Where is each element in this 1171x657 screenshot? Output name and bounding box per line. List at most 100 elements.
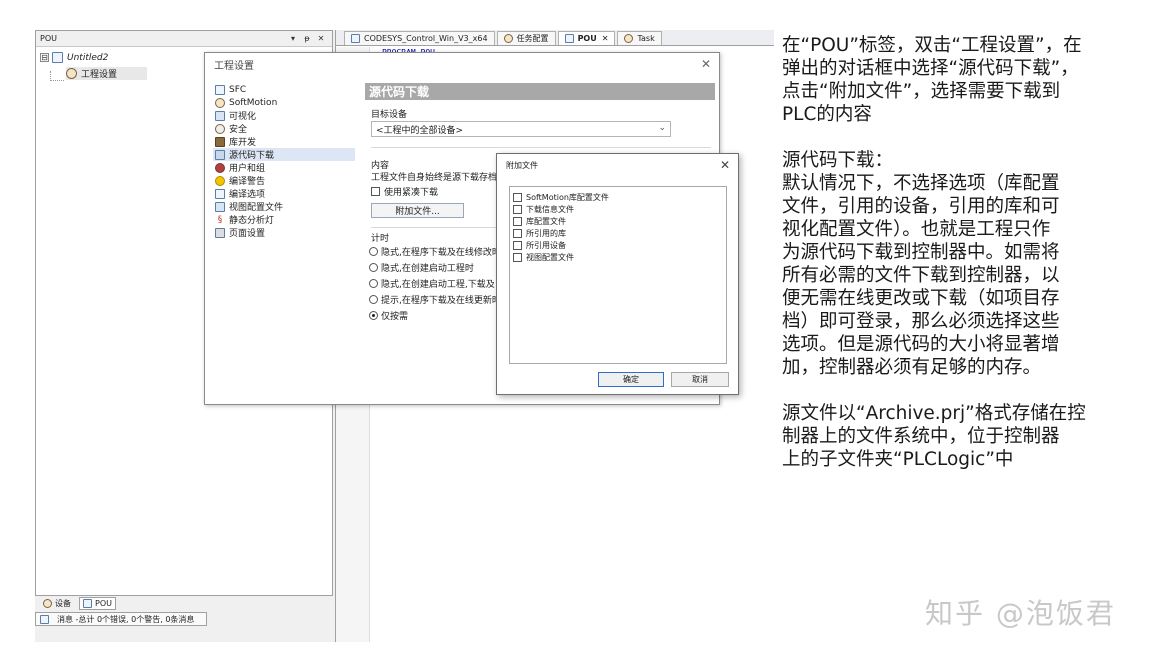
checkbox-box[interactable]	[513, 192, 522, 202]
nav-item-compile-options[interactable]: 编译选项	[213, 187, 355, 200]
nav-label: 编译选项	[229, 190, 266, 200]
notes-paragraph-2: 源代码下载： 默认情况下，不选择选项（库配置 文件，引用的设备，引用的库和可 视…	[782, 149, 1138, 379]
close-icon[interactable]: ✕	[720, 158, 730, 172]
settings-nav-list: SFC SoftMotion 可视化 安全 库开发 源代码下载 用户和组 编译警…	[213, 83, 355, 239]
file-item-referenced-devices[interactable]: 所引用设备	[513, 239, 723, 251]
task-config-icon	[503, 34, 513, 43]
file-item-download-info[interactable]: 下载信息文件	[513, 203, 723, 215]
collapse-icon[interactable]: ⊟	[40, 53, 49, 62]
pane-menu-icon[interactable]: ▾	[286, 34, 300, 43]
nav-item-visualization[interactable]: 可视化	[213, 109, 355, 122]
checkbox-box[interactable]	[513, 216, 522, 226]
timing-radio-5[interactable]: 仅按需	[369, 309, 408, 322]
project-icon	[52, 52, 63, 63]
file-item-view-profile[interactable]: 视图配置文件	[513, 251, 723, 263]
file-label: 所引用设备	[526, 240, 566, 250]
close-icon[interactable]: ✕	[314, 34, 328, 43]
file-item-softmotion[interactable]: SoftMotion库配置文件	[513, 191, 723, 203]
notes-line: 加，控制器必须有足够的内存。	[782, 357, 1042, 378]
radio-label: 仅按需	[381, 312, 409, 322]
tab-label: POU	[95, 598, 112, 608]
checkbox-box[interactable]	[513, 228, 522, 238]
target-device-select[interactable]: <工程中的全部设备> ⌄	[371, 121, 671, 137]
ok-button[interactable]: 确定	[598, 372, 664, 387]
compact-download-checkbox[interactable]: 使用紧凑下载	[371, 185, 438, 198]
content-description: 工程文件自身始终是源下载存档	[371, 173, 498, 183]
message-bar[interactable]: 消息 -总计 0个错误, 0个警告, 0条消息	[35, 612, 207, 626]
nav-item-compile-warnings[interactable]: 编译警告	[213, 174, 355, 187]
nav-item-page-setup[interactable]: 页面设置	[213, 226, 355, 239]
softmotion-icon	[215, 97, 225, 108]
tab-task-config[interactable]: 任务配置	[496, 31, 556, 45]
nav-item-users-groups[interactable]: 用户和组	[213, 161, 355, 174]
view-profile-icon	[215, 201, 225, 212]
nav-label: SoftMotion	[229, 97, 278, 108]
notes-line: 弹出的对话框中选择“源代码下载”，	[782, 58, 1079, 79]
nav-item-library-dev[interactable]: 库开发	[213, 135, 355, 148]
tree-root-label: Untitled2	[67, 52, 109, 63]
pou-pane-title: POU	[40, 34, 57, 43]
checkbox-box[interactable]	[371, 187, 380, 196]
checkbox-box[interactable]	[513, 240, 522, 250]
pin-icon[interactable]: ᵽ	[300, 34, 314, 43]
pou-icon	[83, 598, 92, 608]
notes-line: 点击“附加文件”，选择需要下载到	[782, 81, 1061, 102]
radio-button[interactable]	[369, 295, 378, 304]
notes-paragraph-3: 源文件以“Archive.prj”格式存储在控 制器上的文件系统中，位于控制器 …	[782, 402, 1138, 471]
radio-button[interactable]	[369, 263, 378, 272]
tab-device[interactable]: CODESYS_Control_Win_V3_x64	[344, 31, 495, 45]
nav-item-sfc[interactable]: SFC	[213, 83, 355, 96]
radio-button[interactable]	[369, 247, 378, 256]
nav-label: 页面设置	[229, 229, 266, 239]
page-setup-icon	[215, 227, 225, 238]
nav-item-view-profile[interactable]: 视图配置文件	[213, 200, 355, 213]
tab-label: Task	[637, 34, 655, 43]
radio-label: 隐式,在创建启动工程,下载及	[381, 280, 495, 290]
tab-devices[interactable]: 设备	[39, 597, 75, 610]
radio-button[interactable]	[369, 279, 378, 288]
sfc-icon	[215, 84, 225, 95]
checkbox-box[interactable]	[513, 204, 522, 214]
files-list: SoftMotion库配置文件 下载信息文件 库配置文件 所引用的库 所引用设备…	[509, 186, 727, 364]
nav-item-source-download[interactable]: 源代码下载	[213, 148, 355, 161]
tree-root[interactable]: ⊟ Untitled2	[40, 51, 108, 64]
file-label: 所引用的库	[526, 228, 566, 238]
nav-label: 静态分析灯	[229, 216, 275, 226]
cancel-button[interactable]: 取消	[671, 372, 729, 387]
file-label: 视图配置文件	[526, 252, 574, 262]
timing-radio-3[interactable]: 隐式,在创建启动工程,下载及	[369, 277, 495, 290]
security-icon	[215, 123, 225, 134]
annotation-notes: 在“POU”标签，双击“工程设置”，在 弹出的对话框中选择“源代码下载”， 点击…	[782, 34, 1138, 494]
nav-item-static-analysis[interactable]: § 静态分析灯	[213, 213, 355, 227]
close-icon[interactable]: ✕	[602, 34, 609, 43]
nav-label: SFC	[229, 84, 247, 95]
file-item-library-profile[interactable]: 库配置文件	[513, 215, 723, 227]
radio-button-selected[interactable]	[369, 311, 378, 320]
nav-item-security[interactable]: 安全	[213, 122, 355, 135]
notes-paragraph-1: 在“POU”标签，双击“工程设置”，在 弹出的对话框中选择“源代码下载”， 点击…	[782, 34, 1138, 126]
timing-radio-2[interactable]: 隐式,在创建启动工程时	[369, 261, 474, 274]
notes-line: 上的子文件夹“PLCLogic”中	[782, 449, 1014, 470]
nav-label: 库开发	[229, 138, 257, 148]
static-analysis-icon: §	[217, 214, 223, 225]
close-icon[interactable]: ✕	[701, 57, 711, 71]
timing-radio-4[interactable]: 提示,在程序下载及在线更新时	[369, 293, 501, 306]
nav-item-softmotion[interactable]: SoftMotion	[213, 96, 355, 109]
users-icon	[215, 162, 225, 173]
notes-line: 所有必需的文件下载到控制器，以	[782, 265, 1060, 286]
notes-line: 档）即可登录，那么必须选择这些	[782, 311, 1060, 332]
file-item-referenced-libs[interactable]: 所引用的库	[513, 227, 723, 239]
tab-pou[interactable]: POU	[79, 596, 116, 610]
bottom-tab-strip: 设备 POU	[35, 596, 333, 610]
checkbox-box[interactable]	[513, 252, 522, 262]
timing-radio-1[interactable]: 隐式,在程序下载及在线修改时	[369, 245, 501, 258]
nav-label: 用户和组	[229, 164, 266, 174]
tab-pou[interactable]: POU ✕	[557, 31, 616, 45]
timing-label: 计时	[371, 234, 390, 244]
notes-line: 源代码下载：	[782, 150, 894, 171]
tab-task[interactable]: Task	[617, 31, 662, 45]
divider	[371, 147, 711, 148]
notes-line: 文件，引用的设备，引用的库和可	[782, 196, 1060, 217]
tree-item-project-settings[interactable]: 工程设置	[66, 67, 148, 80]
add-files-button[interactable]: 附加文件...	[371, 203, 464, 218]
